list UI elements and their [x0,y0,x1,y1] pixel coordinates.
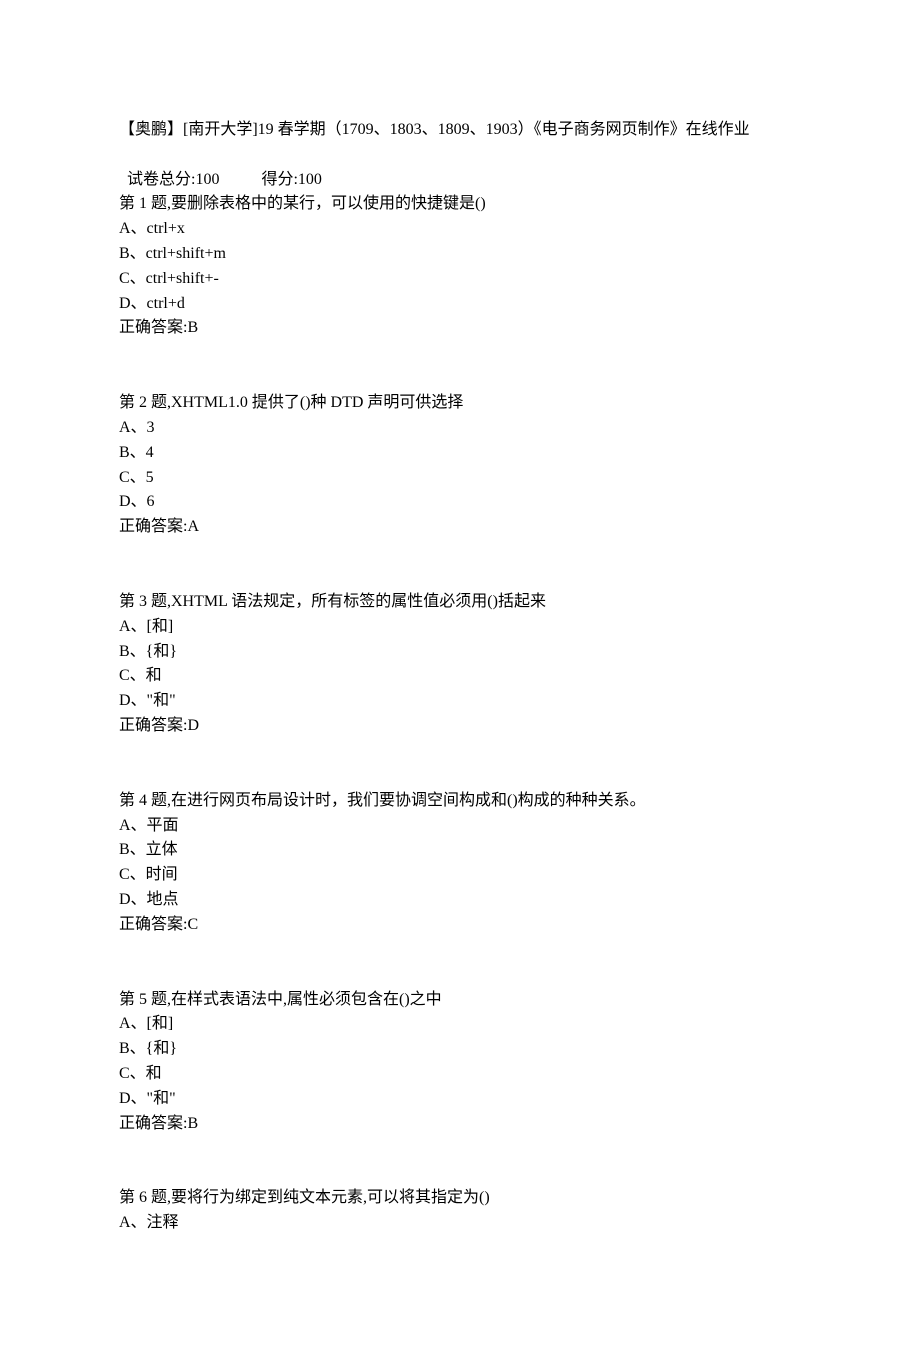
question-option: A、3 [119,416,800,441]
question-option: A、[和] [119,615,800,640]
question-answer: 正确答案:B [119,1112,800,1137]
question-option: B、4 [119,441,800,466]
question-prompt: 第 1 题,要删除表格中的某行，可以使用的快捷键是() [119,192,800,217]
question-option: D、"和" [119,689,800,714]
question-option: B、立体 [119,838,800,863]
question-prompt: 第 4 题,在进行网页布局设计时，我们要协调空间构成和()构成的种种关系。 [119,789,800,814]
question-option: D、ctrl+d [119,292,800,317]
question-answer: 正确答案:A [119,515,800,540]
question-option: B、ctrl+shift+m [119,242,800,267]
document-title: 【奥鹏】[南开大学]19 春学期（1709、1803、1809、1903）《电子… [119,118,800,143]
question-option: C、ctrl+shift+- [119,267,800,292]
question-option: C、时间 [119,863,800,888]
question-option: B、{和} [119,1037,800,1062]
score-got: 得分:100 [261,171,321,188]
score-total: 试卷总分:100 [127,171,219,188]
question-option: D、地点 [119,888,800,913]
question-answer: 正确答案:D [119,714,800,739]
question-option: A、平面 [119,814,800,839]
question-option: A、[和] [119,1012,800,1037]
question-option: A、注释 [119,1211,800,1236]
question-option: D、6 [119,490,800,515]
question-prompt: 第 6 题,要将行为绑定到纯文本元素,可以将其指定为() [119,1186,800,1211]
question-prompt: 第 3 题,XHTML 语法规定，所有标签的属性值必须用()括起来 [119,590,800,615]
question-option: D、"和" [119,1087,800,1112]
question-answer: 正确答案:B [119,316,800,341]
question-prompt: 第 5 题,在样式表语法中,属性必须包含在()之中 [119,988,800,1013]
question-answer: 正确答案:C [119,913,800,938]
question-option: A、ctrl+x [119,217,800,242]
score-line: 试卷总分:100 得分:100 [119,143,800,193]
question-option: C、和 [119,1062,800,1087]
question-option: B、{和} [119,640,800,665]
question-option: C、5 [119,466,800,491]
question-option: C、和 [119,664,800,689]
question-prompt: 第 2 题,XHTML1.0 提供了()种 DTD 声明可供选择 [119,391,800,416]
